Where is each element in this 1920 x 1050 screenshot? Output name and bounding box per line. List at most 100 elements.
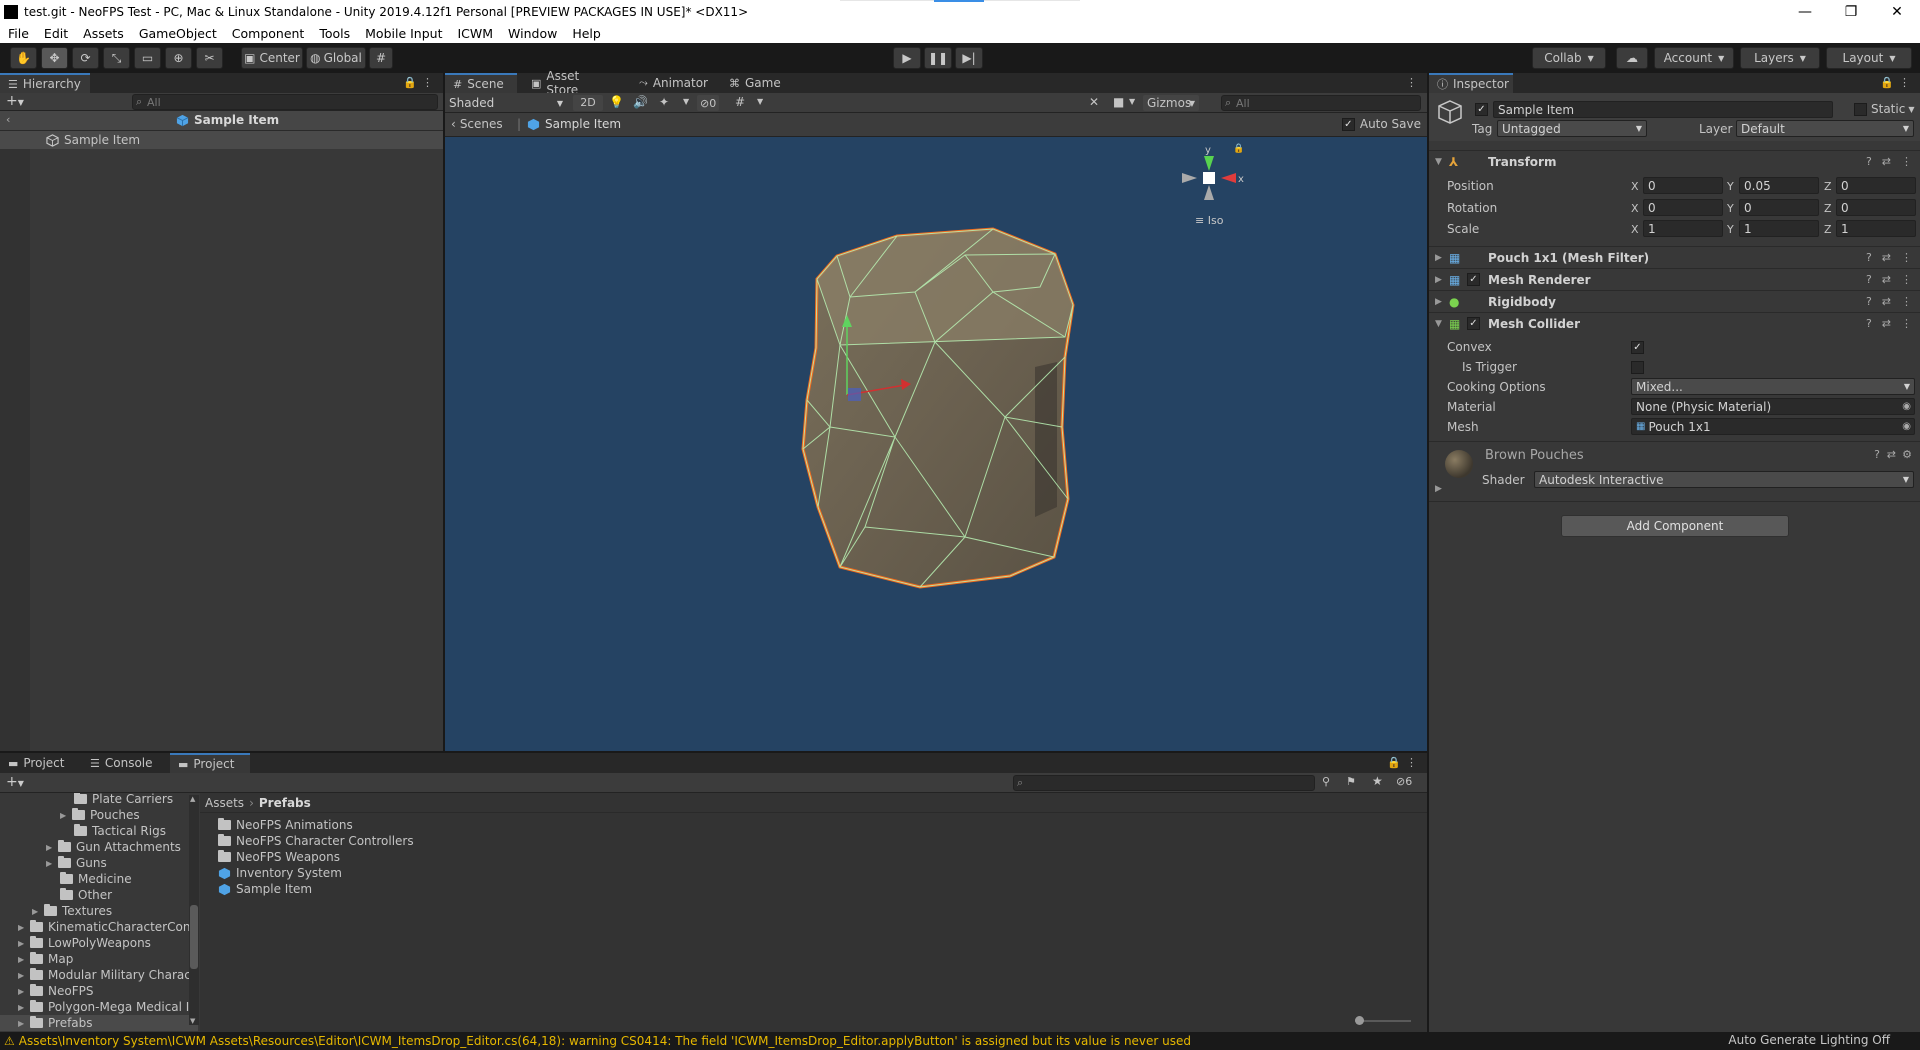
effects-toggle-icon[interactable]: ✦ [659, 95, 669, 109]
help-icon[interactable]: ? [1866, 295, 1872, 308]
tab-animator[interactable]: ⤳ Animator [631, 73, 715, 93]
menu-gameobject[interactable]: GameObject [131, 26, 224, 41]
kebab-menu-icon[interactable]: ⋮ [1901, 251, 1912, 264]
scene-visibility-toggle[interactable]: ⊘ 0 [697, 95, 720, 111]
favorites-star-icon[interactable]: ★ [1372, 774, 1383, 788]
create-add-button[interactable]: +▼ [6, 93, 24, 109]
kebab-menu-icon[interactable]: ⋮ [1901, 317, 1912, 330]
rotation-y-field[interactable]: 0 [1739, 199, 1819, 216]
help-icon[interactable]: ? [1866, 273, 1872, 286]
static-checkbox[interactable] [1854, 103, 1867, 116]
scroll-down-arrow-icon[interactable]: ▼ [190, 1017, 195, 1025]
breadcrumb-assets[interactable]: Assets [205, 796, 244, 810]
kebab-menu-icon[interactable]: ⋮ [1899, 76, 1910, 89]
asset-item[interactable]: Inventory System [218, 865, 342, 881]
menu-edit[interactable]: Edit [36, 26, 75, 41]
status-warning-text[interactable]: Assets\Inventory System\ICWM Assets\Reso… [19, 1034, 1191, 1048]
tab-project-2[interactable]: ▬ Project [170, 753, 250, 773]
kebab-menu-icon[interactable]: ⋮ [1901, 273, 1912, 286]
gizmo-lock-icon[interactable]: 🔒 [1233, 143, 1244, 154]
tab-asset-store[interactable]: ▣ Asset Store [523, 69, 615, 97]
help-icon[interactable]: ? [1874, 448, 1880, 461]
layer-dropdown[interactable]: Default ▼ [1736, 120, 1914, 137]
transform-header[interactable]: ▼ ⅄ Transform ? ⇄ ⋮ [1429, 150, 1920, 172]
tree-item[interactable]: Plate Carriers [74, 793, 173, 807]
tree-item[interactable]: ▶ LowPolyWeapons [18, 935, 151, 951]
help-icon[interactable]: ? [1866, 155, 1872, 168]
tab-inspector[interactable]: ⓘ Inspector [1429, 73, 1513, 93]
rotation-z-field[interactable]: 0 [1836, 199, 1916, 216]
layout-dropdown[interactable]: Layout ▼ [1826, 47, 1912, 69]
tab-hierarchy[interactable]: ☰ Hierarchy [0, 73, 90, 93]
tools-icon[interactable]: ✕ [1089, 95, 1099, 109]
breadcrumb-sample-item[interactable]: Sample Item [527, 117, 621, 131]
expand-arrow-icon[interactable]: ▼ [1435, 157, 1442, 167]
expand-arrow-icon[interactable]: ▶ [60, 811, 72, 820]
tree-item[interactable]: ▶ Pouches [60, 807, 140, 823]
search-by-label-icon[interactable]: ⚑ [1346, 775, 1356, 788]
shading-mode-dropdown[interactable]: Shaded ▼ [449, 95, 567, 111]
menu-mobile-input[interactable]: Mobile Input [357, 26, 449, 41]
mesh-renderer-enabled-checkbox[interactable]: ✓ [1467, 273, 1480, 286]
icon-size-slider[interactable] [1355, 1016, 1411, 1025]
tree-item[interactable]: ▶ KinematicCharacterCont [18, 919, 195, 935]
tree-item[interactable]: Medicine [60, 871, 132, 887]
close-button[interactable]: ✕ [1874, 0, 1920, 23]
asset-item[interactable]: NeoFPS Character Controllers [218, 833, 414, 849]
object-picker-icon[interactable]: ◉ [1902, 401, 1911, 412]
maximize-button[interactable]: ❐ [1828, 0, 1874, 23]
expand-arrow-icon[interactable]: ▶ [18, 1003, 30, 1012]
rotate-tool-icon[interactable]: ⟳ [72, 47, 99, 69]
asset-item[interactable]: NeoFPS Animations [218, 817, 353, 833]
hidden-packages-toggle[interactable]: ⊘ 6 [1396, 775, 1412, 788]
projection-label[interactable]: ≡ Iso [1195, 214, 1224, 227]
shader-dropdown[interactable]: Autodesk Interactive ▼ [1534, 471, 1914, 488]
tag-dropdown[interactable]: Untagged ▼ [1497, 120, 1647, 137]
expand-arrow-icon[interactable]: ▶ [18, 955, 30, 964]
convex-checkbox[interactable]: ✓ [1631, 340, 1644, 354]
presets-icon[interactable]: ⇄ [1882, 251, 1891, 264]
move-tool-icon[interactable]: ✥ [41, 47, 68, 69]
tree-item[interactable]: ▶ Map [18, 951, 73, 967]
scene-search-input[interactable]: All [1221, 95, 1421, 111]
scroll-up-arrow-icon[interactable]: ▲ [190, 795, 195, 803]
menu-component[interactable]: Component [224, 26, 312, 41]
expand-arrow-icon[interactable]: ▼ [1435, 319, 1442, 329]
gear-icon[interactable]: ⚙ [1902, 448, 1912, 461]
scale-y-field[interactable]: 1 [1739, 220, 1819, 237]
mesh-collider-header[interactable]: ▼ ▦ ✓ Mesh Collider ? ⇄ ⋮ [1429, 312, 1920, 334]
presets-icon[interactable]: ⇄ [1882, 295, 1891, 308]
auto-generate-lighting-status[interactable]: Auto Generate Lighting Off [1728, 1033, 1890, 1047]
tree-item[interactable]: ▶ Polygon-Mega Medical I [18, 999, 189, 1015]
hierarchy-search-input[interactable]: All [132, 94, 438, 110]
expand-arrow-icon[interactable]: ▶ [18, 987, 30, 996]
tree-item[interactable]: ▶ Gun Attachments [46, 839, 181, 855]
tab-scene[interactable]: # Scene [445, 73, 517, 93]
audio-toggle-icon[interactable]: 🔊 [633, 95, 648, 109]
help-icon[interactable]: ? [1866, 317, 1872, 330]
minimize-button[interactable]: — [1782, 0, 1828, 23]
chevron-down-icon[interactable]: ▼ [1129, 97, 1135, 106]
lock-icon[interactable]: 🔒 [1387, 756, 1401, 769]
lock-icon[interactable]: 🔒 [403, 76, 417, 89]
menu-window[interactable]: Window [500, 26, 564, 41]
rotation-x-field[interactable]: 0 [1643, 199, 1723, 216]
mesh-collider-enabled-checkbox[interactable]: ✓ [1467, 317, 1480, 330]
menu-icwm[interactable]: ICWM [449, 26, 500, 41]
physic-material-field[interactable]: None (Physic Material) ◉ [1631, 398, 1915, 415]
tree-item[interactable]: ▶ Textures [32, 903, 112, 919]
grid-toggle-icon[interactable]: # [735, 95, 745, 109]
create-add-button[interactable]: +▼ [6, 774, 24, 790]
object-active-checkbox[interactable]: ✓ [1475, 103, 1488, 116]
expand-arrow-icon[interactable]: ▶ [18, 971, 30, 980]
expand-arrow-icon[interactable]: ▶ [18, 923, 30, 932]
hand-tool-icon[interactable]: ✋ [10, 47, 37, 69]
tab-game[interactable]: ⌘ Game [721, 73, 787, 93]
is-trigger-checkbox[interactable] [1631, 360, 1644, 374]
expand-arrow-icon[interactable]: ▶ [1435, 484, 1442, 494]
step-button[interactable]: ▶| [955, 47, 983, 69]
xy-plane-handle[interactable] [848, 388, 861, 401]
expand-arrow-icon[interactable]: ▶ [1435, 253, 1442, 263]
position-x-field[interactable]: 0 [1643, 177, 1723, 194]
toggle-2d-button[interactable]: 2D [573, 95, 603, 111]
